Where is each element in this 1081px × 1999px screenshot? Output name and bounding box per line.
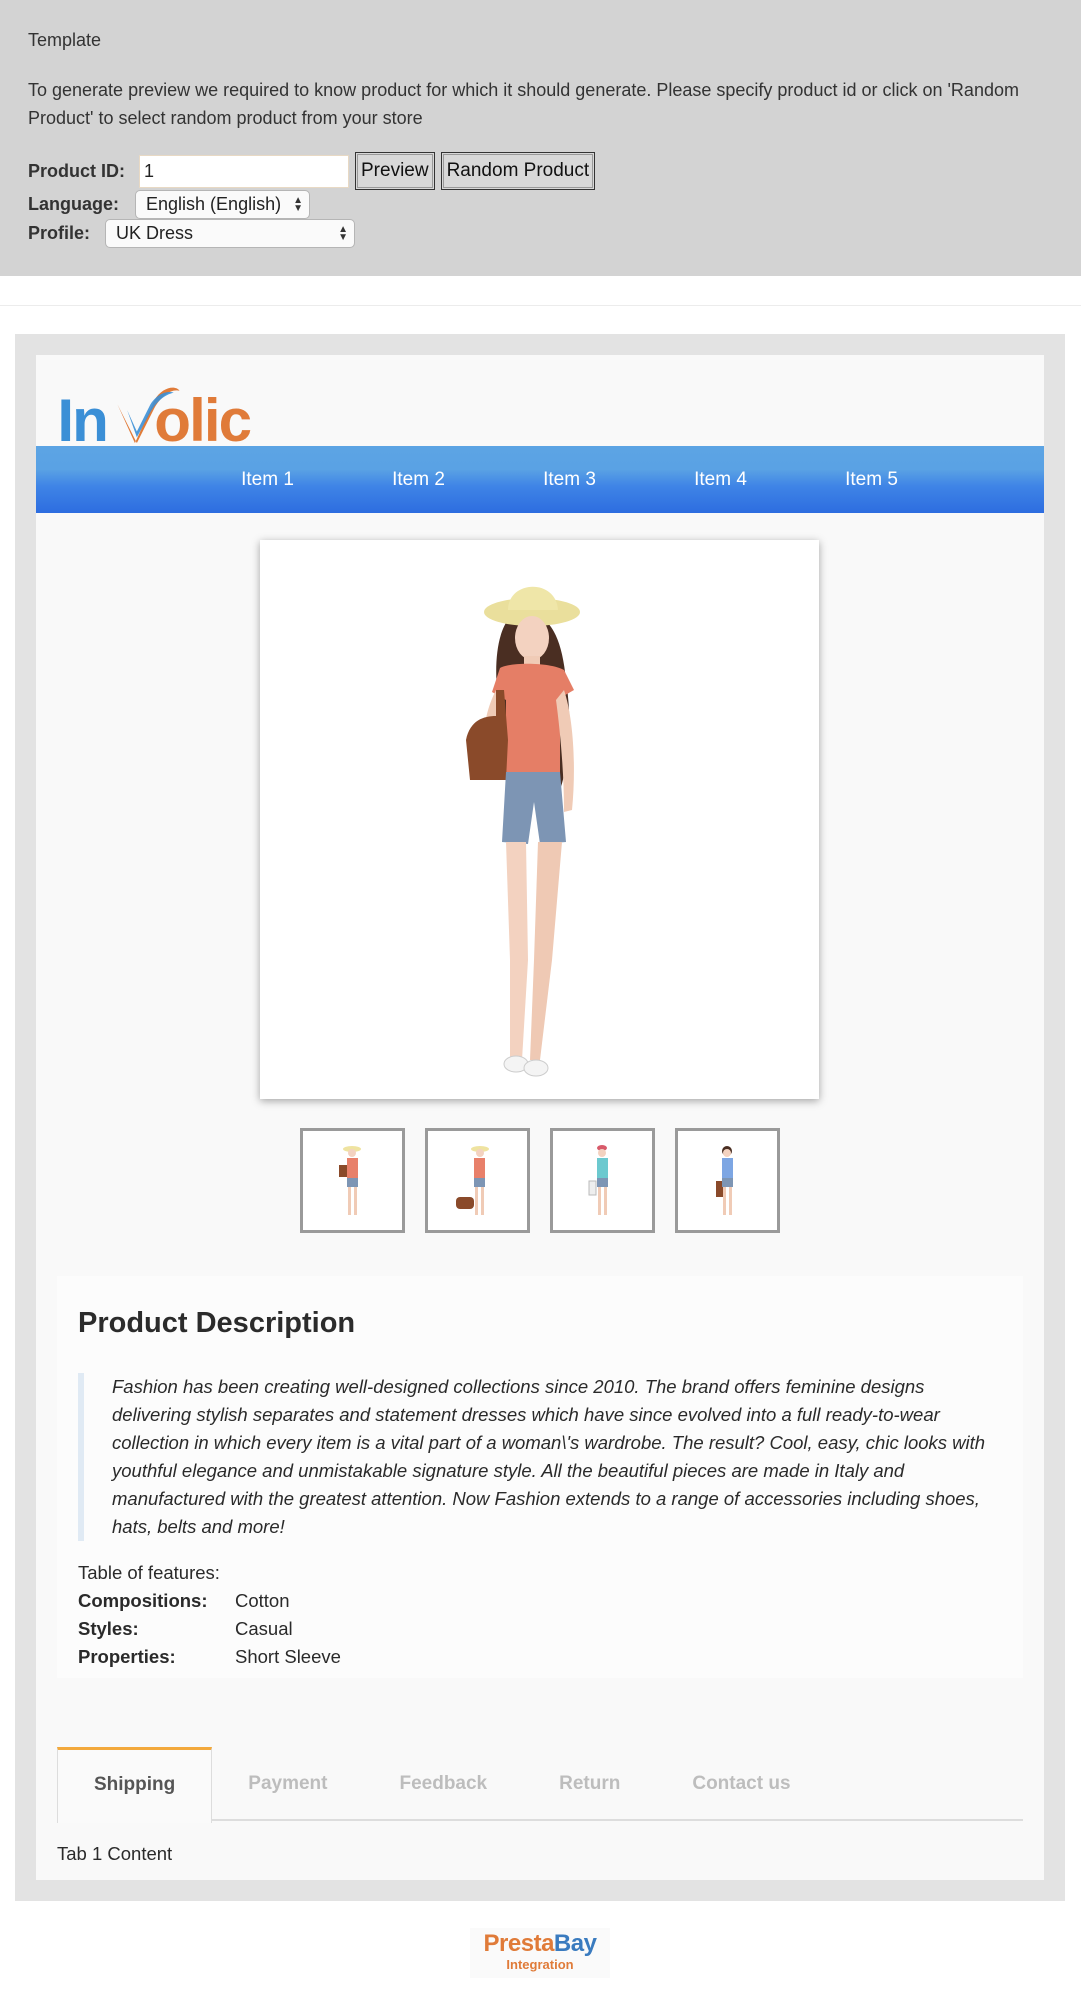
thumbnail-strip	[300, 1128, 780, 1233]
profile-label: Profile:	[28, 223, 91, 243]
feature-key: Compositions:	[78, 1590, 208, 1611]
feature-key: Properties:	[78, 1646, 176, 1667]
tab-payment[interactable]: Payment	[212, 1747, 363, 1821]
template-preview-frame: In olic Item 1 Item 2 Item 3 Item 4 Item…	[15, 334, 1065, 1901]
nav-item-4[interactable]: Item 4	[645, 446, 796, 513]
nav-item-5[interactable]: Item 5	[796, 446, 947, 513]
tab-shipping[interactable]: Shipping	[57, 1747, 213, 1823]
nav-item-1[interactable]: Item 1	[192, 446, 343, 513]
feature-row: Properties: Short Sleeve	[78, 1643, 341, 1671]
template-body: In olic Item 1 Item 2 Item 3 Item 4 Item…	[36, 355, 1044, 1880]
product-description-title: Product Description	[78, 1307, 356, 1339]
thumbnail-image	[456, 1146, 489, 1215]
features-heading: Table of features:	[78, 1562, 220, 1583]
product-id-label: Product ID:	[28, 160, 125, 181]
product-description-panel: Product Description Fashion has been cre…	[57, 1276, 1023, 1678]
prestabay-logo: PrestaBay Integration	[470, 1928, 610, 1978]
profile-row: Profile: UK Dress ▲ ▼	[28, 219, 356, 248]
tab-return[interactable]: Return	[523, 1747, 656, 1821]
thumbnail-3[interactable]	[550, 1128, 655, 1233]
thumbnail-image	[588, 1145, 608, 1215]
language-select[interactable]: English (English) ▲ ▼	[135, 190, 311, 219]
info-tabs: Shipping Payment Feedback Return Contact…	[57, 1747, 1023, 1823]
logo-bay-text: Bay	[553, 1930, 597, 1957]
thumbnail-1[interactable]	[300, 1128, 405, 1233]
logo-presta-text: Presta	[483, 1930, 555, 1957]
nav-item-3[interactable]: Item 3	[494, 446, 645, 513]
product-model-illustration	[466, 586, 580, 1077]
involic-logo: In olic	[57, 387, 252, 447]
thumbnail-2[interactable]	[425, 1128, 530, 1233]
template-nav-bar: Item 1 Item 2 Item 3 Item 4 Item 5	[36, 446, 1044, 513]
feature-value: Cotton	[235, 1590, 290, 1611]
feature-row: Styles: Casual	[78, 1615, 341, 1643]
svg-text:In: In	[57, 387, 107, 447]
tab-contact-us[interactable]: Contact us	[656, 1747, 826, 1821]
select-arrows-icon: ▲ ▼	[338, 223, 349, 243]
feature-row: Compositions: Cotton	[78, 1587, 341, 1615]
tab-feedback[interactable]: Feedback	[363, 1747, 523, 1821]
main-product-image	[260, 540, 819, 1099]
preview-control-panel: Template To generate preview we required…	[0, 0, 1081, 276]
feature-value: Short Sleeve	[235, 1646, 341, 1667]
random-product-button[interactable]: Random Product	[440, 152, 596, 190]
feature-value: Casual	[235, 1618, 293, 1639]
thumbnail-image	[339, 1146, 361, 1215]
thumbnail-4[interactable]	[675, 1128, 780, 1233]
svg-text:olic: olic	[154, 387, 250, 447]
thumbnail-image	[716, 1146, 733, 1215]
panel-title: Template	[28, 30, 102, 50]
features-table: Table of features: Compositions: Cotton …	[78, 1559, 341, 1671]
product-description-text: Fashion has been creating well-designed …	[78, 1373, 1008, 1541]
language-row: Language: English (English) ▲ ▼	[28, 190, 311, 219]
profile-select[interactable]: UK Dress ▲ ▼	[105, 219, 356, 248]
tab-content: Tab 1 Content	[57, 1843, 173, 1864]
language-label: Language:	[28, 194, 120, 214]
language-select-value: English (English)	[146, 194, 282, 214]
profile-select-value: UK Dress	[116, 223, 194, 243]
product-id-row: Product ID: Preview Random Product	[28, 152, 596, 190]
nav-item-2[interactable]: Item 2	[343, 446, 494, 513]
select-arrows-icon: ▲ ▼	[293, 194, 304, 214]
feature-key: Styles:	[78, 1618, 139, 1639]
logo-integration-text: Integration	[506, 1957, 574, 1972]
panel-instructions: To generate preview we required to know …	[28, 80, 1019, 128]
product-id-input[interactable]	[139, 154, 349, 188]
section-divider	[0, 276, 1081, 306]
preview-button[interactable]: Preview	[355, 152, 435, 190]
